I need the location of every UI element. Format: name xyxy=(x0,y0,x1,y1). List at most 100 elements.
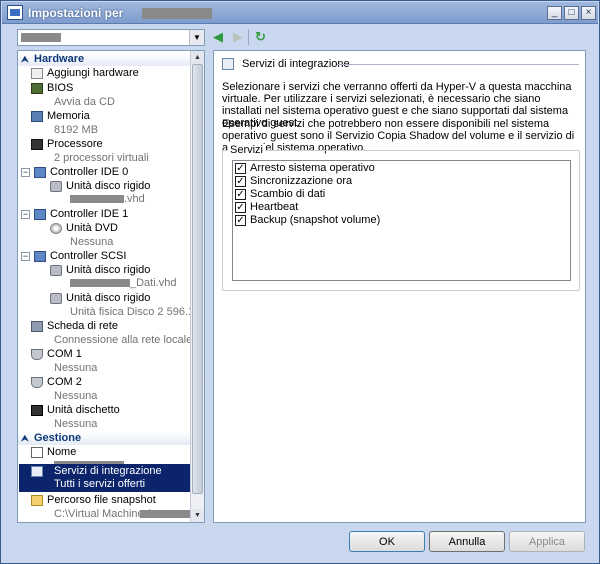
tree-scrollbar[interactable]: ▲ ▼ xyxy=(190,51,204,522)
floppy-disk-icon xyxy=(31,405,43,416)
tree-item-label: Unità disco rigido xyxy=(66,264,151,276)
service-checkbox[interactable]: ✓ xyxy=(235,215,246,226)
network-adapter-icon xyxy=(31,321,43,332)
service-checkbox[interactable]: ✓ xyxy=(235,176,246,187)
redacted-vm-name xyxy=(142,8,212,19)
forward-arrow-icon[interactable]: ▶ xyxy=(233,30,243,43)
name-icon xyxy=(31,447,43,458)
tree-item-label: BIOS xyxy=(47,82,74,94)
close-button[interactable]: × xyxy=(581,6,596,20)
redacted-snapshot-path xyxy=(140,510,190,518)
tree-item-sub: Nessuna xyxy=(54,362,98,374)
description-paragraph-2: Esempi di servizi che potrebbero non ess… xyxy=(222,118,575,154)
tree-item-sub: Nessuna xyxy=(54,390,98,402)
ide-controller-icon xyxy=(34,209,46,220)
redacted-vm-selection xyxy=(21,33,61,42)
bios-chip-icon xyxy=(31,83,43,94)
back-arrow-icon[interactable]: ◀ xyxy=(213,30,223,43)
tree-item-label: COM 2 xyxy=(47,376,82,388)
dvd-drive-icon xyxy=(50,223,62,234)
integration-services-icon xyxy=(31,466,43,477)
tree-item-label: Percorso file snapshot xyxy=(47,494,156,506)
tree-item-label: Controller SCSI xyxy=(50,250,127,262)
toolbar-divider xyxy=(248,29,249,45)
integration-services-icon xyxy=(222,58,234,70)
tree-item-label: COM 1 xyxy=(47,348,82,360)
service-label: Heartbeat xyxy=(250,201,299,213)
folder-icon xyxy=(31,495,43,506)
tree-item-sub: Nessuna xyxy=(54,418,98,430)
service-checkbox[interactable]: ✓ xyxy=(235,202,246,213)
integration-services-panel: Servizi di integrazione Selezionare i se… xyxy=(213,50,586,523)
vm-selector-dropdown[interactable]: ▼ xyxy=(17,29,205,46)
scroll-down-arrow-icon[interactable]: ▼ xyxy=(191,509,204,522)
scsi-controller-icon xyxy=(34,251,46,262)
tree-item-label: Scheda di rete xyxy=(47,320,118,332)
tree-item-label: Controller IDE 1 xyxy=(50,208,129,220)
processor-icon xyxy=(31,139,43,150)
service-label: Arresto sistema operativo xyxy=(250,162,375,174)
collapse-ide1-toggle[interactable]: − xyxy=(21,210,30,219)
apply-button[interactable]: Applica xyxy=(509,531,585,552)
tree-item-sub: 8192 MB xyxy=(54,124,99,136)
services-list: ✓ Arresto sistema operativo ✓ Sincronizz… xyxy=(232,160,571,281)
header-divider xyxy=(337,64,579,65)
scroll-up-arrow-icon[interactable]: ▲ xyxy=(191,51,204,64)
tree-item-sub: _Dati.vhd xyxy=(130,277,177,289)
section-hardware-label: Hardware xyxy=(34,53,85,65)
redacted-disk-name xyxy=(70,279,130,287)
tree-item-label: Unità disco rigido xyxy=(66,292,151,304)
tree-item-sub: Tutti i servizi offerti xyxy=(54,478,146,490)
tree-item-sub: C:\Virtual Machines\ xyxy=(54,508,153,520)
scroll-thumb[interactable] xyxy=(192,64,203,494)
tree-item-label: Unità disco rigido xyxy=(66,180,151,192)
settings-window: Impostazioni per _ □ × ▼ ◀ ▶ ↻ Hardware … xyxy=(0,0,600,564)
service-label: Sincronizzazione ora xyxy=(250,175,353,187)
tree-item-label: Aggiungi hardware xyxy=(47,67,139,79)
com-port-icon xyxy=(31,349,43,360)
tree-item-sub: Connessione alla rete locale (L... xyxy=(54,334,205,346)
settings-tree: Hardware Aggiungi hardware BIOS Avvia da… xyxy=(17,50,205,523)
ok-button[interactable]: OK xyxy=(349,531,425,552)
tree-item-servizi-di-integrazione[interactable]: Servizi di integrazione Tutti i servizi … xyxy=(19,464,190,492)
title-bar[interactable]: Impostazioni per _ □ × xyxy=(2,2,598,24)
memory-icon xyxy=(31,111,43,122)
tree-item-label: Unità DVD xyxy=(66,222,118,234)
ide-controller-icon xyxy=(34,167,46,178)
services-group: Servizi ✓ Arresto sistema operativo ✓ Si… xyxy=(222,144,580,291)
tree-item-sub: Avvia da CD xyxy=(54,96,115,108)
tree-item-label: Controller IDE 0 xyxy=(50,166,129,178)
hyperv-settings-icon xyxy=(7,5,23,20)
service-checkbox[interactable]: ✓ xyxy=(235,163,246,174)
collapse-ide0-toggle[interactable]: − xyxy=(21,168,30,177)
section-gestione[interactable]: Gestione xyxy=(18,432,191,445)
refresh-icon[interactable]: ↻ xyxy=(255,30,266,43)
tree-item-label: Memoria xyxy=(47,110,90,122)
chevron-down-icon[interactable]: ▼ xyxy=(189,30,204,45)
section-hardware[interactable]: Hardware xyxy=(18,53,191,66)
tree-item-sub: Nessuna xyxy=(70,236,114,248)
redacted-disk-name xyxy=(70,195,124,203)
minimize-button[interactable]: _ xyxy=(547,6,562,20)
tree-item-sub: .vhd xyxy=(124,193,145,205)
hard-disk-icon xyxy=(50,181,62,192)
maximize-button[interactable]: □ xyxy=(564,6,579,20)
hard-disk-icon xyxy=(50,293,62,304)
tree-item-label: Processore xyxy=(47,138,103,150)
tree-item-label: Servizi di integrazione xyxy=(54,465,162,477)
tree-item-label: Nome xyxy=(47,446,77,458)
services-legend: Servizi xyxy=(228,144,266,156)
tree-item-label: Unità dischetto xyxy=(47,404,120,416)
com-port-icon xyxy=(31,377,43,388)
service-label: Scambio di dati xyxy=(250,188,326,200)
hard-disk-icon xyxy=(50,265,62,276)
window-title: Impostazioni per xyxy=(28,6,124,20)
panel-title: Servizi di integrazione xyxy=(242,58,350,70)
cancel-button[interactable]: Annulla xyxy=(429,531,505,552)
add-hardware-icon xyxy=(31,68,43,79)
collapse-scsi-toggle[interactable]: − xyxy=(21,252,30,261)
service-checkbox[interactable]: ✓ xyxy=(235,189,246,200)
tree-item-sub: 2 processori virtuali xyxy=(54,152,149,164)
service-label: Backup (snapshot volume) xyxy=(250,214,381,226)
tree-item-sub: Unità fisica Disco 2 596.17 GB xyxy=(70,306,205,318)
